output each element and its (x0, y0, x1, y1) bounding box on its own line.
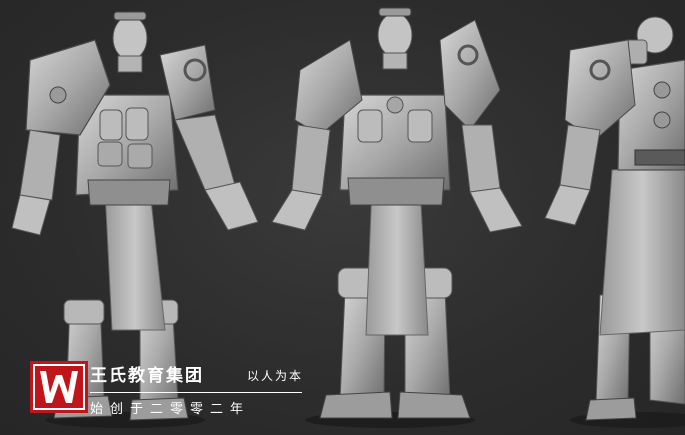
brand-founded: 始创于二零零二年 (90, 402, 251, 417)
brand-logo-icon (30, 361, 88, 413)
figure-one (11, 11, 259, 421)
brand-divider (90, 392, 302, 393)
brand-logo (30, 361, 88, 413)
figure-three (544, 16, 685, 421)
figure-two (271, 7, 523, 419)
render-viewport: 王氏教育集团 以人为本 始创于二零零二年 (0, 0, 685, 435)
brand-slogan: 以人为本 (247, 369, 304, 383)
brand-name: 王氏教育集团 (90, 366, 204, 386)
